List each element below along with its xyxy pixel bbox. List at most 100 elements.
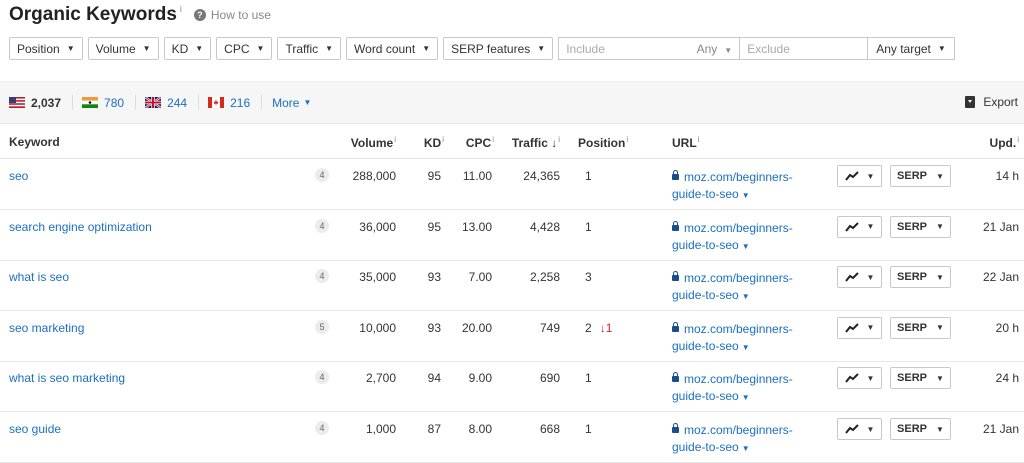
word-count-filter-button[interactable]: Word count ▼ [346, 37, 439, 60]
ranking-url-link[interactable]: moz.com/beginners-guide-to-seo ▼ [672, 321, 793, 356]
url-header[interactable]: URLi [672, 135, 699, 150]
updated-value: 22 Jan [982, 270, 1019, 285]
exclude-input[interactable]: Exclude [740, 37, 869, 60]
serp-button[interactable]: SERP ▼ [890, 316, 951, 339]
caret-down-icon[interactable]: ▼ [742, 393, 750, 402]
keyword-link[interactable]: seo guide [9, 422, 61, 436]
ranking-url-link[interactable]: moz.com/beginners-guide-to-seo ▼ [672, 270, 793, 305]
trend-chart-button[interactable]: ▼ [837, 418, 882, 440]
trend-line-icon [844, 323, 859, 333]
header-label: Volume [350, 136, 394, 150]
country-bar: 2,037 780 244 216 More ▼ Export [0, 81, 1024, 124]
trend-line-icon [844, 373, 859, 384]
ranking-url-link[interactable]: moz.com/beginners-guide-to-seo ▼ [672, 220, 793, 255]
serp-count-badge: 4 [315, 269, 329, 284]
caret-down-icon: ▼ [936, 171, 944, 181]
serp-count-badge: 4 [315, 421, 329, 435]
title-info-icon[interactable]: i [180, 4, 182, 14]
position-value: 1 [585, 219, 592, 234]
info-icon: i [697, 135, 700, 144]
caret-down-icon[interactable]: ▼ [742, 292, 750, 301]
include-input[interactable]: Include Any ▼ [558, 37, 741, 60]
volume-header[interactable]: Volumei [351, 135, 396, 150]
keyword-link[interactable]: seo [9, 169, 28, 183]
kd-value: 94 [427, 371, 441, 386]
trend-chart-button[interactable]: ▼ [837, 316, 882, 339]
trend-line-icon [844, 424, 859, 434]
caret-down-icon: ▼ [866, 323, 875, 333]
country-in[interactable]: 780 [73, 95, 137, 110]
page-header: Organic Keywords i ? How to use [9, 2, 271, 28]
serp-button[interactable]: SERP ▼ [890, 165, 951, 187]
keyword-link[interactable]: seo marketing [9, 321, 84, 335]
filter-label: CPC [224, 41, 250, 56]
position-value: 1 [585, 169, 592, 183]
keyword-link[interactable]: search engine optimization [9, 220, 152, 234]
export-icon [965, 96, 976, 108]
export-button[interactable]: Export [965, 95, 1018, 109]
keyword-link[interactable]: what is seo marketing [9, 371, 125, 385]
lock-icon [672, 321, 679, 332]
caret-down-icon[interactable]: ▼ [742, 343, 750, 352]
url-line-2: guide-to-seo [672, 288, 739, 303]
caret-down-icon: ▼ [142, 44, 151, 53]
volume-value: 35,000 [359, 270, 396, 285]
info-icon: i [1017, 135, 1019, 144]
trend-chart-button[interactable]: ▼ [837, 266, 882, 289]
caret-down-icon: ▼ [937, 44, 946, 53]
country-us[interactable]: 2,037 [0, 95, 74, 110]
kd-value: 93 [427, 270, 441, 285]
serp-button[interactable]: SERP ▼ [890, 367, 951, 390]
kd-header[interactable]: KDi [424, 135, 444, 150]
keyword-header[interactable]: Keyword [9, 135, 60, 149]
filter-label: SERP features [451, 41, 531, 56]
filter-label: Traffic [285, 41, 319, 56]
traffic-filter-button[interactable]: Traffic ▼ [277, 37, 342, 60]
updated-header[interactable]: Upd.i [990, 135, 1019, 150]
lock-icon [672, 271, 679, 282]
caret-down-icon[interactable]: ▼ [742, 191, 750, 200]
header-label: Traffic [511, 136, 548, 150]
url-line-1: moz.com/beginners- [684, 170, 793, 184]
serp-count-badge: 4 [315, 370, 329, 385]
position-filter-button[interactable]: Position ▼ [9, 37, 83, 60]
sort-desc-icon: ↓ [551, 136, 558, 150]
info-icon: i [626, 135, 629, 144]
trend-chart-button[interactable]: ▼ [837, 165, 882, 187]
serp-features-filter-button[interactable]: SERP features ▼ [443, 37, 554, 60]
serp-button[interactable]: SERP ▼ [890, 418, 951, 440]
url-line-2: guide-to-seo [672, 187, 739, 201]
cpc-filter-button[interactable]: CPC ▼ [216, 37, 273, 60]
info-icon: i [492, 135, 494, 144]
caret-down-icon: ▼ [537, 44, 546, 53]
target-select[interactable]: Any target ▼ [868, 37, 955, 60]
country-ca[interactable]: 216 [199, 95, 263, 110]
cpc-header[interactable]: CPCi [466, 135, 494, 150]
caret-down-icon: ▼ [866, 424, 875, 434]
lock-icon [672, 423, 679, 433]
country-gb[interactable]: 244 [136, 95, 200, 110]
any-select[interactable]: Any ▼ [697, 42, 733, 56]
trend-chart-button[interactable]: ▼ [837, 215, 882, 238]
serp-button[interactable]: SERP ▼ [890, 215, 951, 238]
more-countries-button[interactable]: More ▼ [272, 96, 311, 110]
kd-filter-button[interactable]: KD ▼ [163, 37, 212, 60]
volume-filter-button[interactable]: Volume ▼ [87, 37, 159, 60]
ranking-url-link[interactable]: moz.com/beginners-guide-to-seo ▼ [672, 371, 793, 406]
caret-down-icon[interactable]: ▼ [742, 242, 750, 251]
ranking-url-link[interactable]: moz.com/beginners-guide-to-seo ▼ [672, 169, 793, 204]
trend-line-icon [844, 171, 859, 181]
trend-chart-button[interactable]: ▼ [837, 367, 882, 390]
traffic-value: 4,428 [529, 219, 560, 234]
position-header[interactable]: Positioni [578, 135, 628, 150]
table-header: Keyword Volumei KDi CPCi Traffic ↓i Posi… [0, 123, 1024, 159]
volume-value: 288,000 [352, 169, 396, 183]
serp-button[interactable]: SERP ▼ [890, 266, 951, 289]
table-row: seo marketing 5 10,000 93 20.00 749 2 ↓1 moz.com… [0, 311, 1024, 362]
position-change: ↓1 [599, 320, 613, 335]
traffic-header[interactable]: Traffic ↓i [512, 135, 560, 150]
how-to-use-link[interactable]: ? How to use [193, 8, 271, 22]
cpc-value: 8.00 [468, 422, 492, 436]
keyword-link[interactable]: what is seo [9, 270, 69, 284]
caret-down-icon: ▼ [866, 272, 875, 282]
